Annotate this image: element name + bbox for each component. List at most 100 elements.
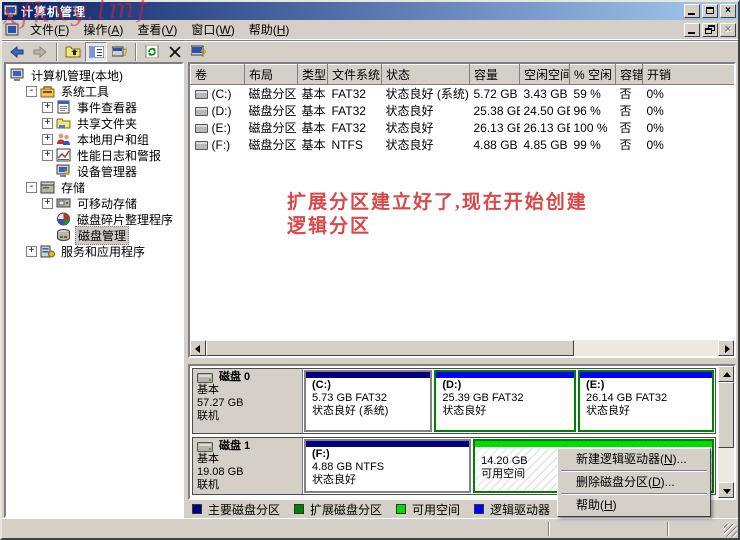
col-type[interactable]: 类型: [297, 64, 328, 85]
disk-1-label[interactable]: 磁盘 1 基本 19.08 GB 联机: [193, 438, 303, 494]
expand-icon[interactable]: +: [42, 197, 53, 209]
col-overhead[interactable]: 开销: [642, 64, 734, 85]
console-tree-panel: 计算机管理(本地) - 系统工具 + 事件查看器 + 共享文件夹 + 本地用户和…: [4, 62, 184, 518]
menu-help[interactable]: 帮助(H): [242, 19, 297, 40]
expand-icon[interactable]: +: [42, 117, 53, 129]
free-space-swatch: [396, 504, 407, 514]
scrollbar-thumb[interactable]: [718, 382, 734, 448]
menu-view[interactable]: 查看(V): [130, 19, 184, 40]
sidebar-item-local-users-groups[interactable]: + 本地用户和组: [6, 131, 182, 147]
sidebar-item-services-applications[interactable]: + 服务和应用程序: [6, 243, 182, 259]
system-tools-icon: [40, 86, 55, 98]
volume-table-header: 卷 布局 类型 文件系统 状态 容量 空闲空间 % 空闲 容错 开销: [190, 64, 734, 85]
resize-grip[interactable]: [724, 524, 737, 537]
console-document-icon: [5, 23, 19, 35]
show-hide-tree-button[interactable]: [85, 41, 107, 62]
volume-icon: [194, 140, 208, 150]
app-icon: [4, 4, 18, 17]
computer-icon: [10, 68, 24, 81]
col-filesystem[interactable]: 文件系统: [327, 64, 382, 85]
menu-bar: 文件(F) 操作(A) 查看(V) 窗口(W) 帮助(H) ×: [2, 20, 738, 40]
collapse-icon[interactable]: -: [26, 85, 37, 97]
expand-icon[interactable]: +: [42, 149, 53, 161]
maximize-button[interactable]: [702, 4, 718, 18]
partition-e[interactable]: (E:) 26.14 GB FAT32 状态良好: [578, 370, 714, 432]
menu-file[interactable]: 文件(F): [23, 19, 76, 40]
sidebar-item-disk-management[interactable]: 磁盘管理: [6, 225, 182, 245]
disk-0-label[interactable]: 磁盘 0 基本 57.27 GB 联机: [193, 369, 303, 433]
disk-drive-icon: [197, 441, 213, 452]
close-icon: ×: [725, 23, 731, 35]
child-restore-button[interactable]: [702, 22, 718, 37]
col-layout[interactable]: 布局: [244, 64, 298, 85]
disk-management-icon: [57, 229, 70, 241]
toolbar-separator: [135, 42, 137, 61]
expand-icon[interactable]: +: [42, 133, 53, 145]
scroll-left-button[interactable]: [190, 340, 206, 356]
expand-icon[interactable]: +: [42, 101, 53, 113]
menu-item-delete-partition[interactable]: 删除磁盘分区(D)...: [559, 473, 709, 492]
partition-f[interactable]: (F:) 4.88 GB NTFS 状态良好: [304, 439, 472, 493]
menu-item-new-logical-drive[interactable]: 新建逻辑驱动器(N)...: [559, 450, 709, 469]
properties-button[interactable]: ?: [108, 42, 130, 62]
scroll-up-button[interactable]: [718, 366, 734, 382]
menu-item-help[interactable]: 帮助(H): [559, 496, 709, 515]
partition-c[interactable]: (C:) 5.73 GB FAT32 状态良好 (系统): [304, 370, 433, 432]
up-one-level-button[interactable]: [62, 42, 84, 62]
sidebar-item-event-viewer[interactable]: + 事件查看器: [6, 99, 182, 115]
device-manager-icon: [56, 164, 70, 177]
col-free-space[interactable]: 空闲空间: [519, 64, 570, 85]
back-button[interactable]: [6, 42, 28, 62]
col-capacity[interactable]: 容量: [469, 64, 520, 85]
horizontal-scrollbar[interactable]: [190, 340, 734, 356]
removable-storage-icon: [56, 198, 71, 208]
col-volume[interactable]: 卷: [190, 64, 245, 85]
vertical-scrollbar[interactable]: [718, 366, 734, 498]
logical-drive-swatch: [474, 504, 485, 514]
sidebar-item-system-tools[interactable]: - 系统工具: [6, 83, 182, 99]
volume-row[interactable]: (F:) 磁盘分区 基本 NTFS 状态良好 4.88 GB 4.85 GB 99 % 否…: [191, 136, 735, 153]
volume-row[interactable]: (D:) 磁盘分区 基本 FAT32 状态良好 25.38 GB 24.50 GB 96…: [191, 102, 735, 119]
volume-list-panel: 卷 布局 类型 文件系统 状态 容量 空闲空间 % 空闲 容错 开销 (C:) …: [188, 62, 736, 358]
scrollbar-thumb[interactable]: [206, 340, 574, 356]
svg-text:?: ?: [122, 47, 127, 58]
refresh-button[interactable]: [141, 42, 163, 62]
col-status[interactable]: 状态: [381, 64, 470, 85]
menu-window[interactable]: 窗口(W): [184, 19, 241, 40]
delete-button[interactable]: [164, 42, 186, 62]
title-bar[interactable]: 计算机管理 ×: [2, 2, 738, 20]
extended-partition-swatch: [294, 504, 305, 514]
sidebar-item-storage[interactable]: - 存储: [6, 179, 182, 195]
help-button[interactable]: ?: [187, 42, 209, 62]
scroll-right-button[interactable]: [718, 340, 734, 356]
scroll-down-button[interactable]: [718, 482, 734, 498]
sidebar-item-device-manager[interactable]: 设备管理器: [6, 163, 182, 179]
toolbar: ? ?: [2, 40, 738, 62]
menu-action[interactable]: 操作(A): [76, 19, 130, 40]
expand-icon[interactable]: +: [26, 245, 37, 257]
volume-table: 卷 布局 类型 文件系统 状态 容量 空闲空间 % 空闲 容错 开销 (C:) …: [190, 64, 735, 153]
sidebar-item-removable-storage[interactable]: + 可移动存储: [6, 195, 182, 211]
partition-d[interactable]: (D:) 25.39 GB FAT32 状态良好: [434, 370, 577, 432]
sidebar-item-shared-folders[interactable]: + 共享文件夹: [6, 115, 182, 131]
menu-separator: [561, 493, 707, 495]
close-button[interactable]: ×: [720, 4, 736, 18]
collapse-icon[interactable]: -: [26, 181, 37, 193]
volume-row[interactable]: (C:) 磁盘分区 基本 FAT32 状态良好 (系统) 5.72 GB 3.43 GB…: [191, 85, 735, 103]
volume-icon: [194, 89, 208, 99]
sidebar-item-computer-management[interactable]: 计算机管理(本地): [6, 67, 182, 83]
minimize-button[interactable]: [684, 4, 700, 18]
child-minimize-button[interactable]: [684, 22, 700, 37]
console-tree-icon: [88, 45, 104, 58]
child-close-button: ×: [720, 22, 736, 37]
toolbar-separator: [56, 42, 58, 61]
col-fault-tolerance[interactable]: 容错: [615, 64, 643, 85]
sidebar-item-performance-logs[interactable]: + 性能日志和警报: [6, 147, 182, 163]
col-pct-free[interactable]: % 空闲: [569, 64, 616, 85]
primary-partition-swatch: [192, 504, 202, 514]
status-bar: [2, 518, 738, 538]
disk-drive-icon: [197, 372, 213, 383]
volume-row[interactable]: (E:) 磁盘分区 基本 FAT32 状态良好 26.13 GB 26.13 GB 10…: [191, 119, 735, 136]
forward-button[interactable]: [29, 42, 51, 62]
red-annotation-text: 扩展分区建立好了,现在开始创建 逻辑分区: [287, 192, 588, 237]
